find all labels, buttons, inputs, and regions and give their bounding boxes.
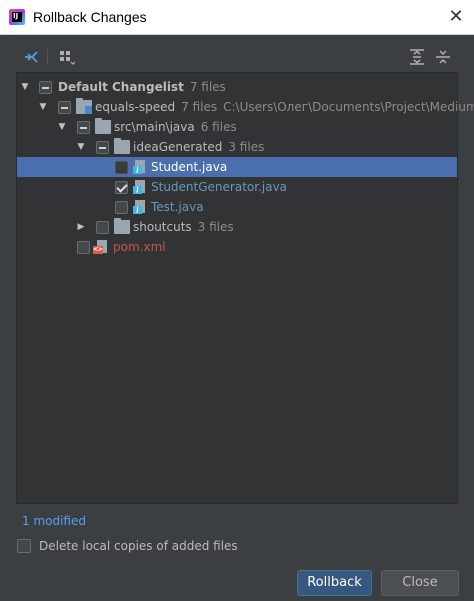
- tree-row-changelist[interactable]: ▼ Default Changelist 7 files: [17, 77, 457, 97]
- close-window-icon[interactable]: ✕: [443, 5, 469, 29]
- module-name: equals-speed: [95, 100, 176, 114]
- java-file-icon: J: [133, 200, 149, 214]
- pom-file-name: pom.xml: [113, 240, 166, 254]
- tree-row-pom[interactable]: <> pom.xml: [17, 237, 457, 257]
- expand-arrow-icon[interactable]: ▼: [56, 117, 68, 137]
- tree-row-file[interactable]: J Student.java: [17, 157, 457, 177]
- modified-count-link[interactable]: 1 modified: [22, 514, 86, 528]
- changelist-label: Default Changelist 7 files: [58, 77, 226, 97]
- expand-all-icon[interactable]: [408, 48, 426, 66]
- tree-row-generated-folder[interactable]: ▼ ideaGenerated 3 files: [17, 137, 457, 157]
- module-label: equals-speed 7 files C:\Users\Олег\Documen…: [95, 97, 474, 117]
- collapse-all-icon[interactable]: [434, 48, 452, 66]
- group-by-icon[interactable]: [22, 48, 40, 66]
- src-folder-name: src\main\java: [114, 120, 195, 134]
- shoutcuts-folder-label: shoutcuts 3 files: [133, 217, 234, 237]
- tree-row-module[interactable]: ▼ equals-speed 7 files C:\Users\Олег\Docum…: [17, 97, 474, 117]
- file-name: Test.java: [151, 200, 204, 214]
- module-checkbox[interactable]: [58, 101, 71, 114]
- file-name: Student.java: [151, 160, 228, 174]
- toolbar-separator: [47, 49, 48, 65]
- generated-folder-label: ideaGenerated 3 files: [133, 137, 264, 157]
- toolbar: [0, 36, 474, 72]
- title-bar: IJ Rollback Changes ✕: [0, 0, 474, 35]
- file-checkbox[interactable]: [115, 161, 128, 174]
- src-folder-checkbox[interactable]: [77, 121, 90, 134]
- file-name: StudentGenerator.java: [151, 180, 288, 194]
- tree-row-file[interactable]: J StudentGenerator.java: [17, 177, 457, 197]
- module-folder-icon: [76, 98, 92, 114]
- collapse-arrow-icon[interactable]: ▶: [75, 217, 87, 237]
- folder-icon: [114, 218, 130, 234]
- rollback-button[interactable]: Rollback: [297, 570, 372, 596]
- folder-icon: [114, 138, 130, 154]
- tree-row-file[interactable]: J Test.java: [17, 197, 457, 217]
- src-folder-label: src\main\java 6 files: [114, 117, 237, 137]
- file-checkbox[interactable]: [115, 201, 128, 214]
- tree-row-shoutcuts-folder[interactable]: ▶ shoutcuts 3 files: [17, 217, 457, 237]
- generated-folder-count: 3 files: [228, 140, 265, 154]
- changelist-name: Default Changelist: [58, 80, 184, 94]
- changes-tree[interactable]: ▼ Default Changelist 7 files ▼ equals-spe…: [16, 72, 474, 504]
- close-button[interactable]: Close: [381, 570, 459, 596]
- shoutcuts-folder-count: 3 files: [197, 220, 234, 234]
- module-path: C:\Users\Олег\Documents\Project\Medium: [223, 100, 474, 114]
- java-file-icon: J: [133, 160, 149, 174]
- tree-row-src-folder[interactable]: ▼ src\main\java 6 files: [17, 117, 457, 137]
- generated-folder-checkbox[interactable]: [96, 141, 109, 154]
- intellij-app-icon: IJ: [9, 9, 25, 25]
- expand-arrow-icon[interactable]: ▼: [37, 97, 49, 117]
- layout-icon[interactable]: [58, 48, 76, 66]
- shoutcuts-folder-checkbox[interactable]: [96, 221, 109, 234]
- module-count: 7 files: [181, 100, 218, 114]
- folder-icon: [95, 118, 111, 134]
- changelist-checkbox[interactable]: [39, 81, 52, 94]
- xml-file-icon: <>: [93, 240, 109, 254]
- java-file-icon: J: [133, 180, 149, 194]
- expand-arrow-icon[interactable]: ▼: [19, 77, 31, 97]
- changelist-count: 7 files: [189, 80, 226, 94]
- pom-checkbox[interactable]: [77, 241, 90, 254]
- delete-local-copies-checkbox[interactable]: [17, 539, 31, 553]
- expand-arrow-icon[interactable]: ▼: [75, 137, 87, 157]
- shoutcuts-folder-name: shoutcuts: [133, 220, 192, 234]
- generated-folder-name: ideaGenerated: [133, 140, 223, 154]
- delete-local-copies-label[interactable]: Delete local copies of added files: [39, 539, 238, 553]
- file-checkbox[interactable]: [115, 181, 128, 194]
- src-folder-count: 6 files: [200, 120, 237, 134]
- window-title: Rollback Changes: [33, 9, 147, 25]
